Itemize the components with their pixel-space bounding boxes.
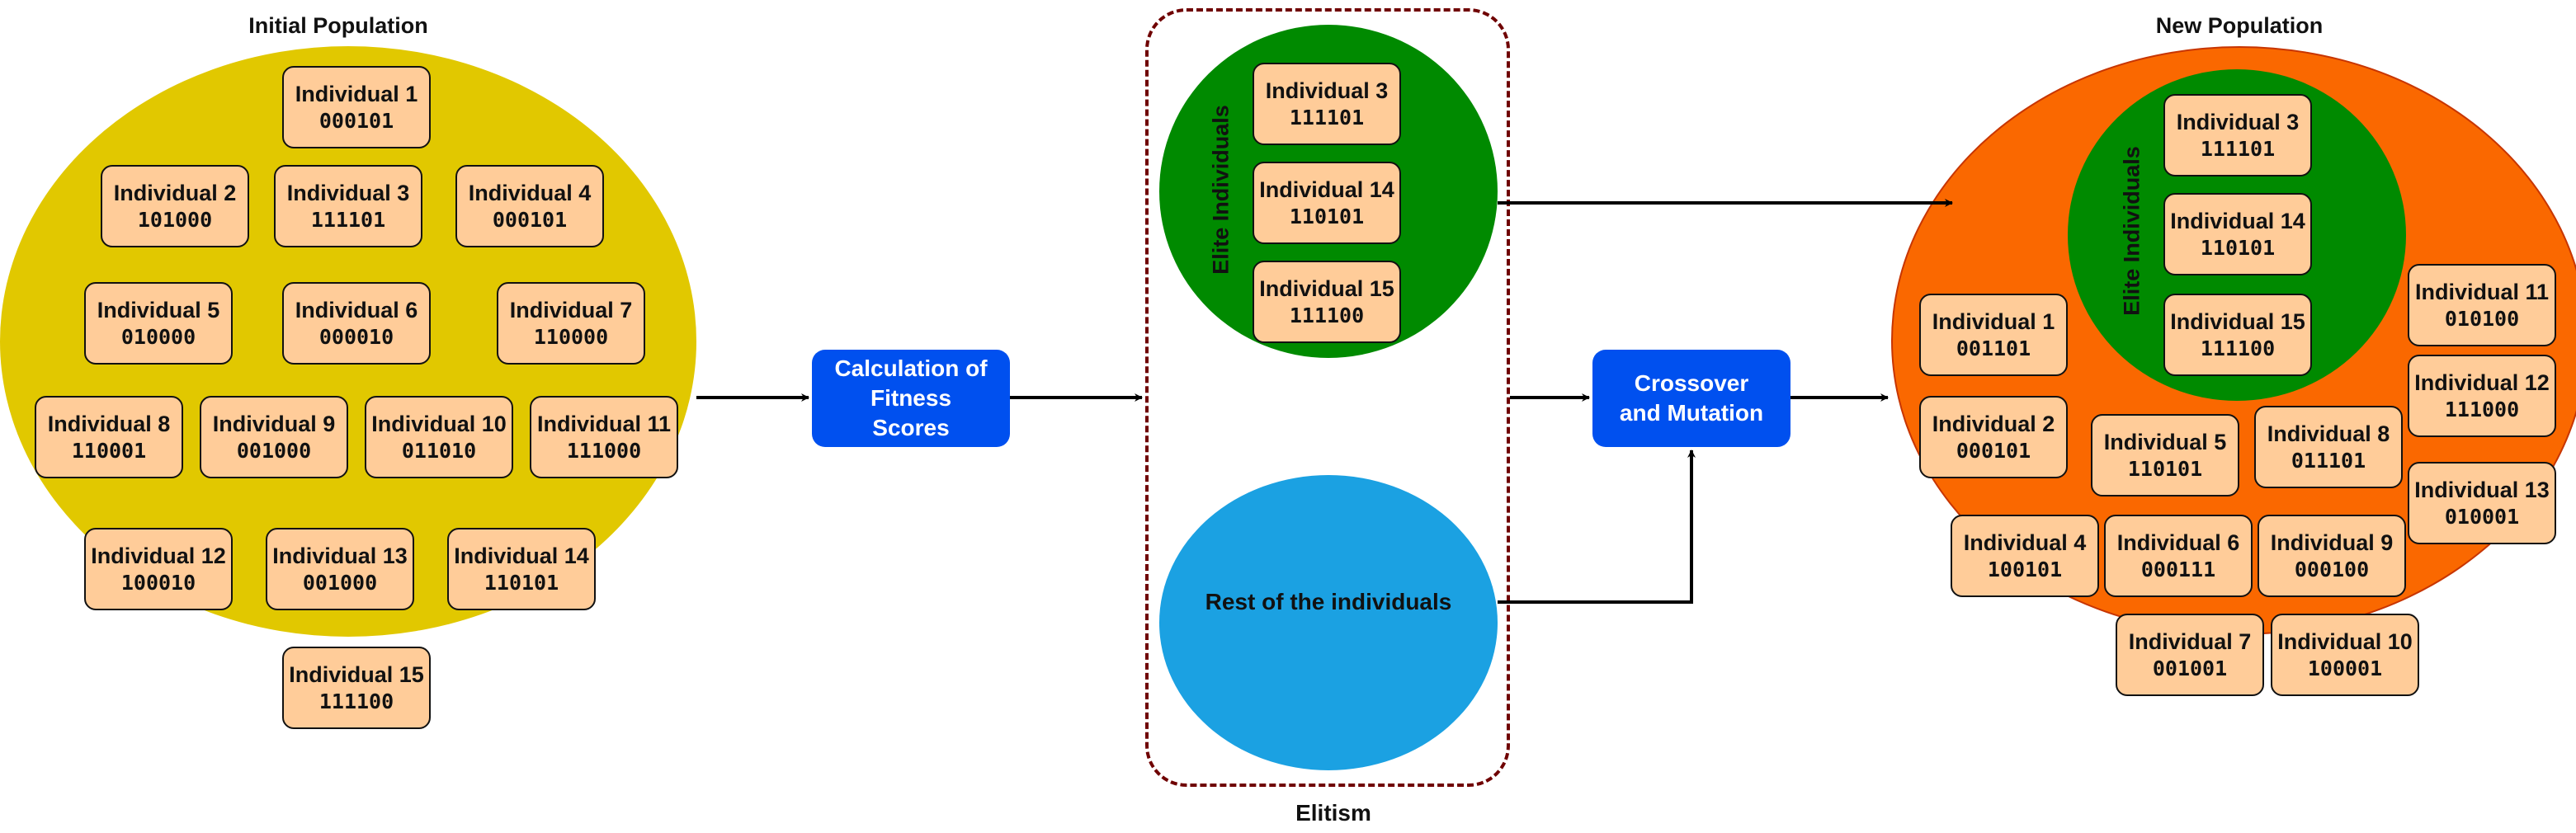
arrow-rest-to-crossover (1498, 449, 1696, 604)
genetic-algorithm-elitism-diagram: Initial Population Calculation of Fitnes… (0, 0, 2576, 833)
connector-arrows (696, 199, 1953, 604)
